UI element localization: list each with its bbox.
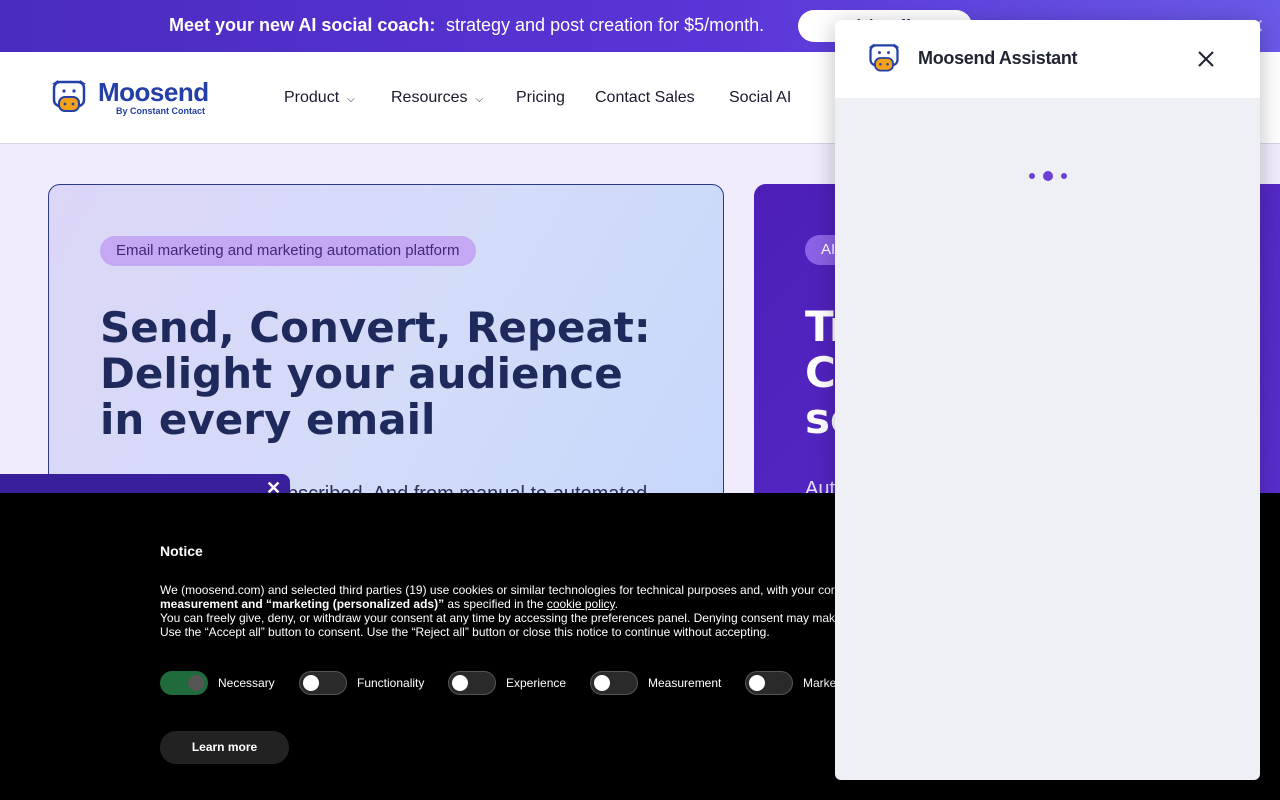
nav-item-label: Product — [284, 89, 340, 106]
nav-item-contact-sales[interactable]: Contact Sales — [595, 89, 695, 107]
assistant-panel: Moosend Assistant — [835, 20, 1260, 780]
cookie-text: We (moosend.com) and selected third part… — [160, 583, 860, 639]
toggle-label: Measurement — [648, 676, 722, 690]
toggle-knob — [452, 675, 468, 691]
nav-item-product[interactable]: Product ⌵ — [284, 89, 355, 107]
toggle-label: Functionality — [357, 676, 425, 690]
cookie-title: Notice — [160, 543, 203, 559]
toggle-marketing[interactable] — [745, 671, 793, 695]
toggle-label: Experience — [506, 676, 567, 690]
moosend-logo[interactable]: Moosend By Constant Contact — [48, 76, 218, 120]
assistant-header: Moosend Assistant — [835, 20, 1260, 98]
chevron-down-icon: ⌵ — [475, 94, 484, 105]
cow-avatar-icon — [868, 43, 900, 72]
learn-more-button[interactable]: Learn more — [160, 731, 289, 764]
hero-card-email: Email marketing and marketing automation… — [48, 184, 724, 524]
cookie-line: measurement and “marketing (personalized… — [160, 597, 860, 611]
promo-headline: Meet your new AI social coach: — [169, 15, 436, 35]
nav-item-resources[interactable]: Resources ⌵ — [391, 89, 483, 107]
close-icon[interactable] — [1195, 48, 1217, 70]
nav-item-social-ai[interactable]: Social AI — [729, 89, 791, 107]
cookie-line: You can freely give, deny, or withdraw y… — [160, 611, 842, 625]
nav-item-label: Resources — [391, 89, 468, 106]
nav-item-pricing[interactable]: Pricing — [516, 89, 565, 107]
cookie-text-fragment: . — [614, 597, 618, 611]
assistant-title: Moosend Assistant — [918, 48, 1078, 68]
loading-dot — [1029, 173, 1035, 179]
toggle-knob — [749, 675, 765, 691]
cow-logo-icon — [52, 80, 86, 112]
hero-headline: Send, Convert, Repeat: Delight your audi… — [100, 303, 651, 444]
cookie-line: Use the “Accept all” button to consent. … — [160, 625, 770, 639]
toggle-experience[interactable] — [448, 671, 496, 695]
toggle-knob — [303, 675, 319, 691]
logo-wordmark: Moosend — [98, 77, 209, 107]
loading-dots-icon — [1029, 170, 1069, 182]
cookie-line: We (moosend.com) and selected third part… — [160, 583, 835, 597]
toggle-label: Marke — [803, 676, 837, 690]
cookie-text-fragment: as specified in the — [444, 597, 547, 611]
promo-text: strategy and post creation for $5/month. — [446, 15, 765, 35]
toggle-measurement[interactable] — [590, 671, 638, 695]
toggle-necessary[interactable] — [160, 671, 208, 695]
loading-dot — [1061, 173, 1067, 179]
toggle-functionality[interactable] — [299, 671, 347, 695]
hero-pill: Email marketing and marketing automation… — [100, 236, 476, 266]
chevron-down-icon: ⌵ — [347, 94, 355, 105]
toggle-knob — [188, 675, 204, 691]
toggle-label: Necessary — [218, 676, 275, 690]
loading-dot — [1043, 171, 1053, 181]
logo-tagline: By Constant Contact — [116, 106, 206, 116]
cookie-policy-link[interactable]: cookie policy — [547, 597, 615, 611]
cookie-bold-text: measurement and “marketing (personalized… — [160, 597, 445, 611]
toggle-knob — [594, 675, 610, 691]
